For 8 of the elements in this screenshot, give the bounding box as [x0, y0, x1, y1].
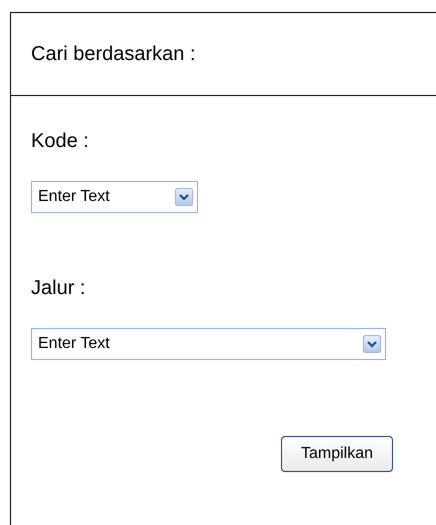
- show-button[interactable]: Tampilkan: [281, 436, 393, 472]
- field-label: Kode :: [31, 130, 89, 153]
- combo-box[interactable]: Enter Text: [31, 181, 198, 213]
- field-label: Jalur :: [31, 277, 86, 300]
- chevron-down-icon: [363, 335, 381, 353]
- section-title: Cari berdasarkan :: [31, 42, 196, 66]
- chevron-down-icon: [175, 188, 193, 206]
- combo-box[interactable]: Enter Text: [31, 328, 386, 360]
